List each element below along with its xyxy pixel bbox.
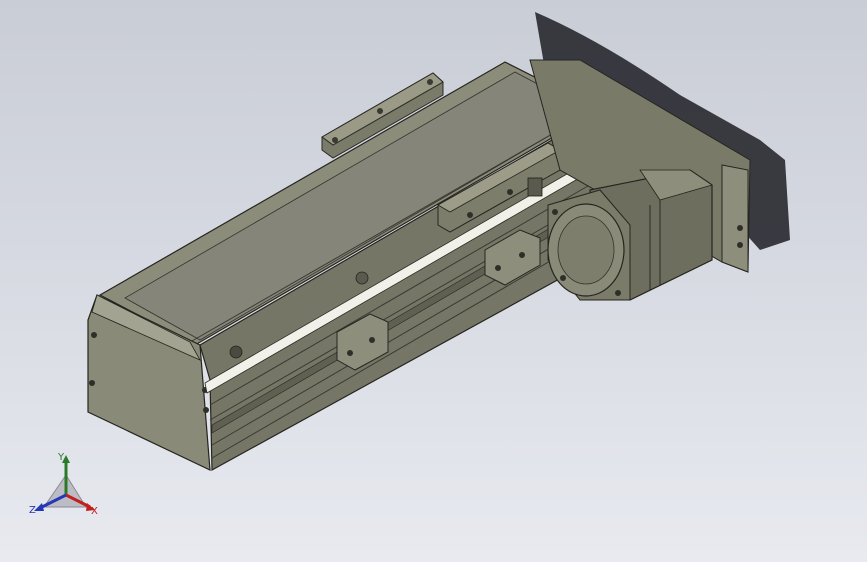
x-axis-label: X: [91, 506, 98, 517]
z-axis-label: Z: [29, 505, 36, 516]
graphics-viewport[interactable]: Y X Z: [0, 0, 867, 562]
cad-model-view[interactable]: [0, 0, 867, 562]
y-axis-label: Y: [58, 452, 65, 463]
